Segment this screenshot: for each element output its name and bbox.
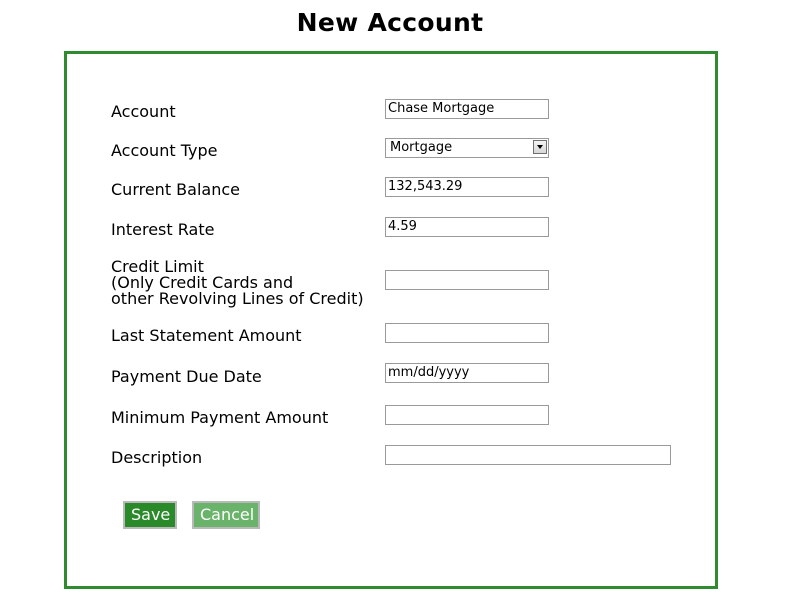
account-input[interactable] xyxy=(385,99,549,119)
interest-rate-input[interactable] xyxy=(385,217,549,237)
account-label: Account xyxy=(111,102,176,121)
current-balance-label: Current Balance xyxy=(111,180,240,199)
credit-limit-input[interactable] xyxy=(385,270,549,290)
description-input[interactable] xyxy=(385,445,671,465)
page: New Account Account Account Type Mortgag… xyxy=(0,0,811,595)
minimum-payment-amount-input[interactable] xyxy=(385,405,549,425)
account-type-label: Account Type xyxy=(111,141,218,160)
dropdown-arrow-icon[interactable] xyxy=(533,140,547,154)
credit-limit-label: Credit Limit (Only Credit Cards and othe… xyxy=(111,259,364,307)
new-account-form: Account Account Type Mortgage Current Ba… xyxy=(64,51,718,589)
payment-due-date-label: Payment Due Date xyxy=(111,367,262,386)
last-statement-amount-input[interactable] xyxy=(385,323,549,343)
credit-limit-label-line3: other Revolving Lines of Credit) xyxy=(111,289,364,308)
current-balance-input[interactable] xyxy=(385,177,549,197)
last-statement-amount-label: Last Statement Amount xyxy=(111,326,302,345)
payment-due-date-input[interactable] xyxy=(385,363,549,383)
cancel-button[interactable]: Cancel xyxy=(192,501,260,529)
minimum-payment-amount-label: Minimum Payment Amount xyxy=(111,408,329,427)
account-type-select[interactable]: Mortgage xyxy=(385,138,549,158)
page-title: New Account xyxy=(296,8,484,37)
account-type-selected: Mortgage xyxy=(390,140,453,155)
save-button[interactable]: Save xyxy=(123,501,177,529)
interest-rate-label: Interest Rate xyxy=(111,220,215,239)
description-label: Description xyxy=(111,448,203,467)
